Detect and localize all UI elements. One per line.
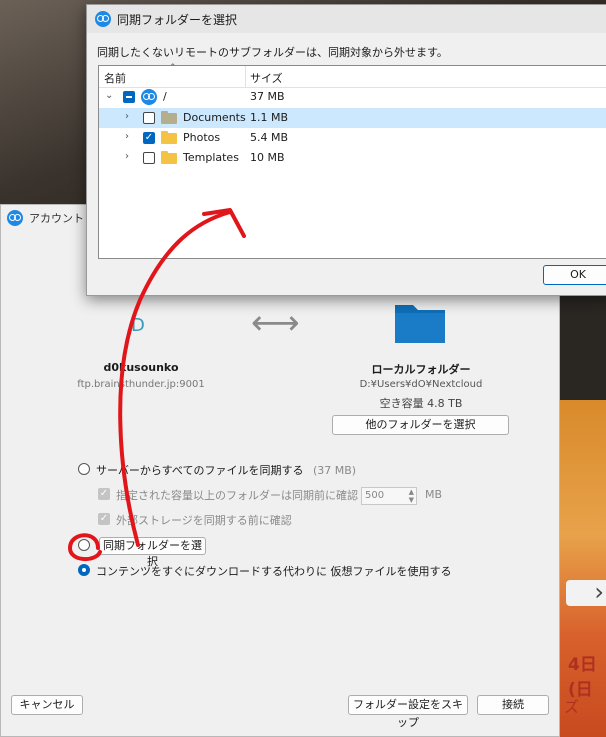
photos-checkbox[interactable]: ✓ bbox=[143, 132, 155, 144]
confirm-large-checkbox[interactable]: ✓ bbox=[98, 488, 110, 500]
folder-name: Photos bbox=[183, 131, 221, 144]
folder-icon bbox=[161, 151, 177, 164]
background-text: ズ bbox=[564, 698, 580, 716]
confirm-external-label: 外部ストレージを同期する前に確認 bbox=[116, 514, 292, 527]
folder-size: 5.4 MB bbox=[250, 131, 289, 144]
sync-all-size: (37 MB) bbox=[312, 464, 357, 477]
server-avatar: D bbox=[131, 315, 145, 336]
confirm-large-label: 指定された容量以上のフォルダーは同期前に確認 bbox=[116, 489, 358, 502]
skip-folder-config-button[interactable]: フォルダー設定をスキップ bbox=[348, 695, 468, 729]
root-size: 37 MB bbox=[250, 90, 285, 103]
virtual-files-label: コンテンツをすぐにダウンロードする代わりに 仮想ファイルを使用する bbox=[96, 565, 452, 578]
connect-button[interactable]: 接続 bbox=[477, 695, 549, 715]
virtual-files-radio[interactable] bbox=[78, 564, 90, 576]
spin-arrows-icon[interactable]: ▲ ▼ bbox=[409, 488, 414, 504]
choose-other-folder-button[interactable]: 他のフォルダーを選択 bbox=[332, 415, 509, 435]
confirm-large-spinbox[interactable]: 500 ▲ ▼ bbox=[361, 487, 417, 505]
tree-row-documents[interactable]: › Documents 1.1 MB bbox=[99, 108, 606, 128]
sort-ascending-icon: ⌃ bbox=[169, 63, 177, 73]
local-folder-title: ローカルフォルダー bbox=[371, 363, 471, 376]
nextcloud-logo-icon bbox=[141, 89, 157, 105]
local-folder-path: D:¥Users¥dO¥Nextcloud bbox=[359, 379, 483, 390]
sync-all-label-text: サーバーからすべてのファイルを同期する bbox=[96, 464, 304, 477]
chevron-right-icon: › bbox=[594, 578, 604, 606]
server-username: d0kusounko bbox=[103, 361, 179, 374]
dialog-message: 同期したくないリモートのサブフォルダーは、同期対象から外せます。 bbox=[97, 46, 448, 59]
chevron-right-icon[interactable]: › bbox=[125, 151, 129, 162]
tree-row-photos[interactable]: › ✓ Photos 5.4 MB bbox=[99, 128, 606, 148]
background-date-text: 4日(日 bbox=[568, 655, 597, 700]
folder-icon bbox=[161, 111, 177, 124]
local-free-space: 空き容量 4.8 TB bbox=[379, 397, 463, 410]
dialog-title: 同期フォルダーを選択 bbox=[117, 12, 238, 27]
sync-all-radio[interactable] bbox=[78, 463, 90, 475]
folder-size: 1.1 MB bbox=[250, 111, 289, 124]
folder-name: Templates bbox=[183, 151, 239, 164]
tree-row-root[interactable]: ⌄ / 37 MB bbox=[99, 87, 606, 107]
templates-checkbox[interactable] bbox=[143, 152, 155, 164]
dialog-titlebar: 同期フォルダーを選択 bbox=[87, 5, 606, 33]
confirm-large-value: 500 bbox=[365, 490, 385, 501]
folder-name: Documents bbox=[183, 111, 246, 124]
chevron-down-icon[interactable]: ⌄ bbox=[105, 90, 113, 101]
folder-size: 10 MB bbox=[250, 151, 285, 164]
nextcloud-logo-icon bbox=[7, 210, 23, 226]
column-size-header[interactable]: サイズ bbox=[250, 70, 283, 86]
nextcloud-logo-icon bbox=[95, 11, 111, 27]
column-divider bbox=[245, 66, 246, 87]
select-sync-folders-dialog: 同期フォルダーを選択 同期したくないリモートのサブフォルダーは、同期対象から外せ… bbox=[86, 4, 606, 296]
tree-header: ⌃ 名前 サイズ bbox=[99, 63, 606, 88]
chevron-right-icon[interactable]: › bbox=[125, 131, 129, 142]
documents-checkbox[interactable] bbox=[143, 112, 155, 124]
select-folders-button[interactable]: 同期フォルダーを選択 bbox=[99, 537, 206, 568]
confirm-large-unit: MB bbox=[425, 488, 443, 501]
column-name-header[interactable]: 名前 bbox=[104, 70, 126, 86]
sync-direction-icon: ⟷ bbox=[251, 303, 300, 343]
folder-icon bbox=[161, 131, 177, 144]
chevron-right-icon[interactable]: › bbox=[125, 111, 129, 122]
tree-row-templates[interactable]: › Templates 10 MB bbox=[99, 148, 606, 168]
root-checkbox[interactable] bbox=[123, 91, 135, 103]
folder-tree: ⌃ 名前 サイズ ⌄ / 37 MB › Documents 1.1 MB › … bbox=[98, 63, 606, 259]
root-name: / bbox=[163, 90, 167, 103]
local-folder-icon bbox=[395, 305, 445, 343]
background-photo-right: › 4日(日 ズ bbox=[560, 400, 606, 737]
confirm-external-checkbox[interactable]: ✓ bbox=[98, 513, 110, 525]
cancel-button[interactable]: キャンセル bbox=[11, 695, 83, 715]
select-folders-radio[interactable] bbox=[78, 539, 90, 551]
sync-all-label: サーバーからすべてのファイルを同期する (37 MB) bbox=[96, 462, 356, 478]
ok-button[interactable]: OK bbox=[543, 265, 606, 285]
server-host: ftp.brainsthunder.jp:9001 bbox=[77, 379, 205, 390]
